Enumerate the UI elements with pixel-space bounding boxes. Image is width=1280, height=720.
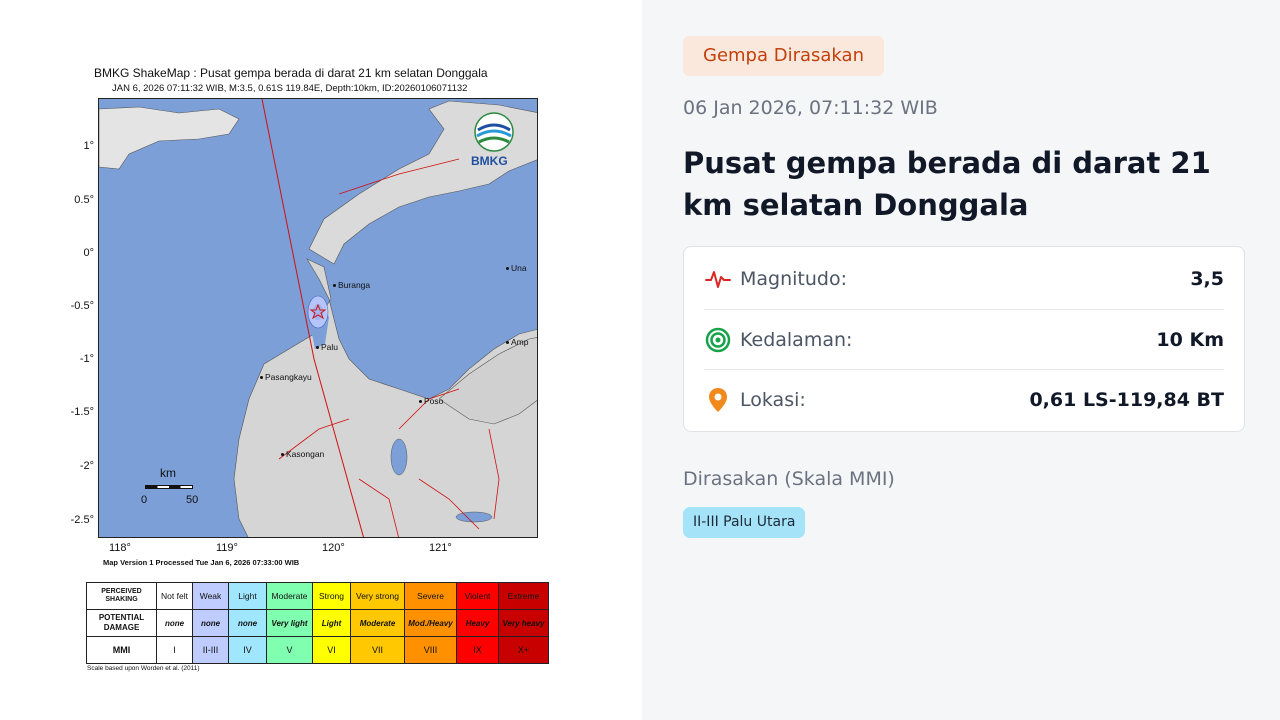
event-headline: Pusat gempa berada di darat 21 km selata… — [683, 146, 1211, 223]
location-label: Lokasi: — [740, 388, 806, 411]
city-label: Buranga — [333, 280, 370, 290]
legend-row-header: PERCEIVED SHAKING — [86, 582, 157, 610]
scale-start: 0 — [141, 494, 148, 506]
city-label: Pasangkayu — [260, 372, 312, 382]
location-row: Lokasi: 0,61 LS-119,84 BT — [704, 369, 1224, 429]
legend-mmi-cell: VIII — [404, 636, 457, 664]
depth-row: Kedalaman: 10 Km — [704, 309, 1224, 369]
location-pin-icon — [704, 386, 732, 414]
lon-tick: 121° — [429, 542, 452, 554]
legend-cell: Mod./Heavy — [404, 609, 457, 637]
legend-cell: Violent — [456, 582, 499, 610]
earthquake-info-panel: Gempa Dirasakan 06 Jan 2026, 07:11:32 WI… — [642, 0, 1280, 720]
lat-tick: -0.5° — [70, 300, 94, 312]
legend-cell: Very heavy — [498, 609, 549, 637]
magnitude-label: Magnitudo: — [740, 268, 847, 290]
lat-tick: 1° — [83, 140, 94, 152]
depth-value: 10 Km — [1156, 328, 1224, 351]
city-label: Kasongan — [281, 449, 324, 459]
legend-row-header: POTENTIAL DAMAGE — [86, 609, 157, 637]
legend-cell: Moderate — [350, 609, 405, 637]
legend-mmi-cell: I — [156, 636, 193, 664]
scale-unit: km — [160, 466, 176, 480]
legend-mmi-cell: II-III — [192, 636, 229, 664]
city-label: Una — [506, 263, 527, 273]
legend-mmi-cell: X+ — [498, 636, 549, 664]
shakemap-title: BMKG ShakeMap : Pusat gempa berada di da… — [94, 66, 488, 80]
lat-tick: -1.5° — [70, 406, 94, 418]
legend-mmi-cell: IX — [456, 636, 499, 664]
legend-cell: Light — [228, 582, 267, 610]
legend-cell: Extreme — [498, 582, 549, 610]
event-details-card: Magnitudo: 3,5 Kedalaman: 10 Km Lokasi: … — [683, 246, 1245, 432]
lat-tick: -2.5° — [70, 514, 94, 526]
city-label: Amp — [506, 337, 528, 347]
legend-cell: Strong — [312, 582, 351, 610]
mmi-legend: PERCEIVED SHAKING Not felt Weak Light Mo… — [86, 582, 549, 664]
legend-cell: none — [156, 609, 193, 637]
legend-mmi-row: MMI I II-III IV V VI VII VIII IX X+ — [86, 636, 549, 664]
legend-mmi-cell: VI — [312, 636, 351, 664]
lat-tick: 0.5° — [74, 194, 94, 206]
map-version: Map Version 1 Processed Tue Jan 6, 2026 … — [103, 558, 300, 567]
event-datetime: 06 Jan 2026, 07:11:32 WIB — [683, 97, 938, 119]
legend-cell: Severe — [404, 582, 457, 610]
legend-cell: Heavy — [456, 609, 499, 637]
lon-tick: 119° — [216, 542, 238, 554]
lon-tick: 120° — [322, 542, 345, 554]
lon-tick: 118° — [109, 542, 131, 554]
legend-mmi-cell: VII — [350, 636, 405, 664]
scale-end: 50 — [186, 494, 199, 506]
pulse-icon — [704, 265, 732, 293]
target-icon — [704, 326, 732, 354]
felt-region-chip[interactable]: II-III Palu Utara — [683, 507, 806, 538]
lat-tick: 0° — [83, 247, 94, 259]
bmkg-logo-text: BMKG — [471, 154, 508, 168]
legend-damage-row: POTENTIAL DAMAGE none none none Very lig… — [86, 609, 549, 637]
location-value: 0,61 LS-119,84 BT — [1029, 388, 1224, 411]
legend-mmi-cell: IV — [228, 636, 267, 664]
legend-cell: Weak — [192, 582, 229, 610]
city-label: Poso — [419, 396, 443, 406]
legend-cell: Very strong — [350, 582, 405, 610]
felt-section-title: Dirasakan (Skala MMI) — [683, 468, 895, 490]
legend-cell: Not felt — [156, 582, 193, 610]
magnitude-row: Magnitudo: 3,5 — [704, 249, 1224, 309]
legend-cell: Light — [312, 609, 351, 637]
city-label: Palu — [316, 342, 338, 352]
legend-mmi-cell: V — [266, 636, 313, 664]
legend-cell: none — [228, 609, 267, 637]
depth-label: Kedalaman: — [740, 328, 853, 351]
legend-shaking-row: PERCEIVED SHAKING Not felt Weak Light Mo… — [86, 582, 549, 610]
legend-cell: none — [192, 609, 229, 637]
felt-badge: Gempa Dirasakan — [683, 36, 884, 76]
lat-tick: -2° — [79, 460, 94, 472]
legend-cell: Moderate — [266, 582, 313, 610]
scale-bar — [145, 485, 193, 489]
lat-tick: -1° — [79, 353, 94, 365]
shakemap-subtitle: JAN 6, 2026 07:11:32 WIB, M:3.5, 0.61S 1… — [112, 83, 468, 94]
magnitude-value: 3,5 — [1190, 268, 1224, 290]
scale-note: Scale based upon Worden et al. (2011) — [87, 665, 200, 672]
legend-row-header: MMI — [86, 636, 157, 664]
legend-cell: Very light — [266, 609, 313, 637]
shakemap-panel: BMKG ShakeMap : Pusat gempa berada di da… — [0, 0, 642, 720]
